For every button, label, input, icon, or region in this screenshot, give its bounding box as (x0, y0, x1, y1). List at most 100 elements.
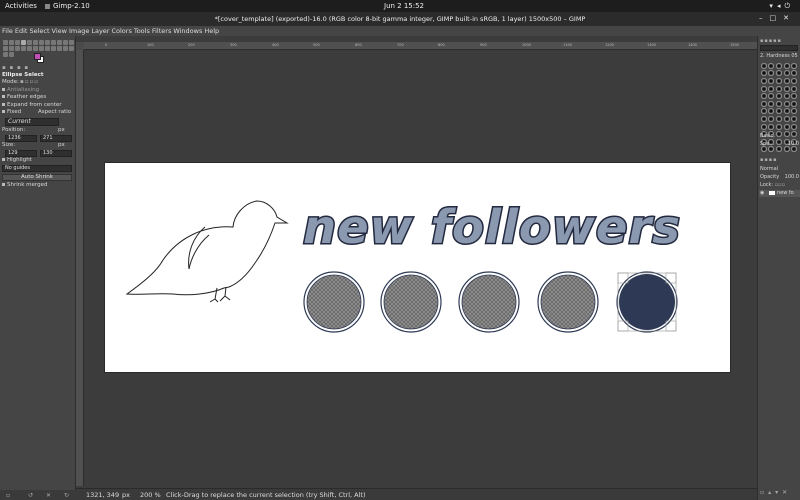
expand-from-center-checkbox[interactable] (2, 102, 5, 106)
move-tool-icon[interactable] (2, 39, 8, 45)
text-tool-icon[interactable] (8, 45, 14, 51)
layer-name[interactable]: new fo (777, 190, 794, 196)
brush-preset[interactable] (768, 70, 775, 77)
clock[interactable]: Jun 2 15:52 (384, 2, 424, 10)
maximize-icon[interactable]: □ (770, 14, 784, 22)
brush-preset[interactable] (791, 100, 798, 107)
new-layer-icon[interactable]: ▫ (760, 489, 768, 496)
brush-preset[interactable] (775, 115, 782, 122)
image-canvas[interactable]: new followers (105, 163, 730, 372)
layer-mode-select[interactable]: Normal (760, 166, 778, 172)
brush-preset[interactable] (775, 146, 782, 153)
color-picker-icon[interactable] (68, 45, 74, 51)
brush-preset[interactable] (760, 108, 767, 115)
brush-preset[interactable] (768, 62, 775, 69)
opacity-field[interactable]: 100.0 (785, 174, 799, 180)
brush-preset[interactable] (760, 93, 767, 100)
menu-edit[interactable]: Edit (15, 26, 30, 36)
brush-preset[interactable] (783, 93, 790, 100)
unit-select[interactable]: px (122, 491, 130, 499)
ellipse-select-icon[interactable] (20, 39, 26, 45)
brush-preset[interactable] (791, 70, 798, 77)
fuzzy-select-icon[interactable] (32, 39, 38, 45)
brush-preset[interactable] (783, 131, 790, 138)
clone-tool-icon[interactable] (50, 45, 56, 51)
brush-preset[interactable] (791, 62, 798, 69)
brush-preset[interactable] (783, 85, 790, 92)
brush-preset[interactable] (775, 77, 782, 84)
crop-tool-icon[interactable] (50, 39, 56, 45)
horizontal-ruler[interactable]: 0 100 200 300 400 500 600 700 800 900 10… (84, 42, 757, 50)
brush-preset[interactable] (775, 85, 782, 92)
ruler-corner[interactable] (76, 42, 84, 50)
brush-preset[interactable] (783, 100, 790, 107)
color-select-icon[interactable] (38, 39, 44, 45)
current-ratio-field[interactable]: Current (5, 117, 59, 126)
feather-edges-checkbox[interactable] (2, 95, 5, 98)
brush-preset[interactable] (768, 123, 775, 130)
vertical-ruler[interactable] (76, 50, 84, 486)
scissors-icon[interactable] (44, 39, 50, 45)
minimize-icon[interactable]: – (759, 14, 770, 22)
paths-tool-icon[interactable] (2, 45, 8, 51)
brush-preset[interactable] (768, 100, 775, 107)
brush-preset[interactable] (791, 85, 798, 92)
brush-preset[interactable] (791, 123, 798, 130)
activities-button[interactable]: Activities (5, 2, 37, 10)
size-unit-select[interactable]: px (58, 142, 65, 150)
brush-preset[interactable] (760, 85, 767, 92)
brush-preset[interactable] (760, 70, 767, 77)
brush-preset[interactable] (768, 93, 775, 100)
brush-preset[interactable] (768, 77, 775, 84)
brush-preset[interactable] (760, 62, 767, 69)
brush-preset[interactable] (775, 100, 782, 107)
brush-preset-select[interactable]: Basic, (760, 133, 775, 139)
canvas-area[interactable]: new followers (84, 50, 757, 486)
brush-preset[interactable] (783, 115, 790, 122)
brush-preset[interactable] (791, 115, 798, 122)
fixed-mode-select[interactable]: Aspect ratio (38, 109, 71, 117)
brush-preset[interactable] (768, 115, 775, 122)
pencil-tool-icon[interactable] (26, 45, 32, 51)
menu-file[interactable]: File (2, 26, 15, 36)
system-tray[interactable]: ▾◂⏻ (769, 2, 794, 11)
brush-preset[interactable] (791, 108, 798, 115)
zoom-select[interactable]: 200 % (140, 491, 161, 499)
brush-preset[interactable] (775, 62, 782, 69)
brush-preset[interactable] (760, 146, 767, 153)
brush-preset[interactable] (775, 123, 782, 130)
brush-preset[interactable] (783, 146, 790, 153)
brush-preset[interactable] (783, 108, 790, 115)
menu-filters[interactable]: Filters (152, 26, 173, 36)
brush-preset[interactable] (760, 115, 767, 122)
delete-options-icon[interactable]: ✕ (46, 492, 51, 499)
restore-options-icon[interactable]: ↺ (28, 492, 33, 499)
paintbrush-tool-icon[interactable] (32, 45, 38, 51)
brush-preset[interactable] (791, 131, 798, 138)
brush-preset[interactable] (783, 70, 790, 77)
antialiasing-checkbox[interactable] (2, 87, 5, 91)
brush-preset[interactable] (775, 70, 782, 77)
foreground-color-swatch[interactable] (34, 53, 41, 60)
highlight-checkbox[interactable] (2, 157, 5, 161)
brush-preset[interactable] (760, 77, 767, 84)
fixed-checkbox[interactable] (2, 110, 5, 113)
brush-preset[interactable] (791, 93, 798, 100)
rect-select-icon[interactable] (14, 39, 20, 45)
shrink-merged-checkbox[interactable] (2, 183, 5, 186)
follower-circle-selected-fill[interactable] (619, 274, 675, 330)
brush-preset[interactable] (783, 123, 790, 130)
measure-tool-icon[interactable] (8, 51, 14, 57)
menu-image[interactable]: Image (69, 26, 91, 36)
menu-colors[interactable]: Colors (111, 26, 133, 36)
smudge-tool-icon[interactable] (56, 45, 62, 51)
align-tool-icon[interactable] (8, 39, 14, 45)
menu-layer[interactable]: Layer (91, 26, 111, 36)
brush-preset[interactable] (775, 131, 782, 138)
spacing-field[interactable]: 10.0 (788, 141, 799, 147)
zoom-tool-icon[interactable] (2, 51, 8, 57)
menu-tools[interactable]: Tools (134, 26, 152, 36)
fg-bg-color-swatches[interactable] (34, 53, 44, 63)
dodge-tool-icon[interactable] (62, 45, 68, 51)
brush-preset[interactable] (783, 77, 790, 84)
